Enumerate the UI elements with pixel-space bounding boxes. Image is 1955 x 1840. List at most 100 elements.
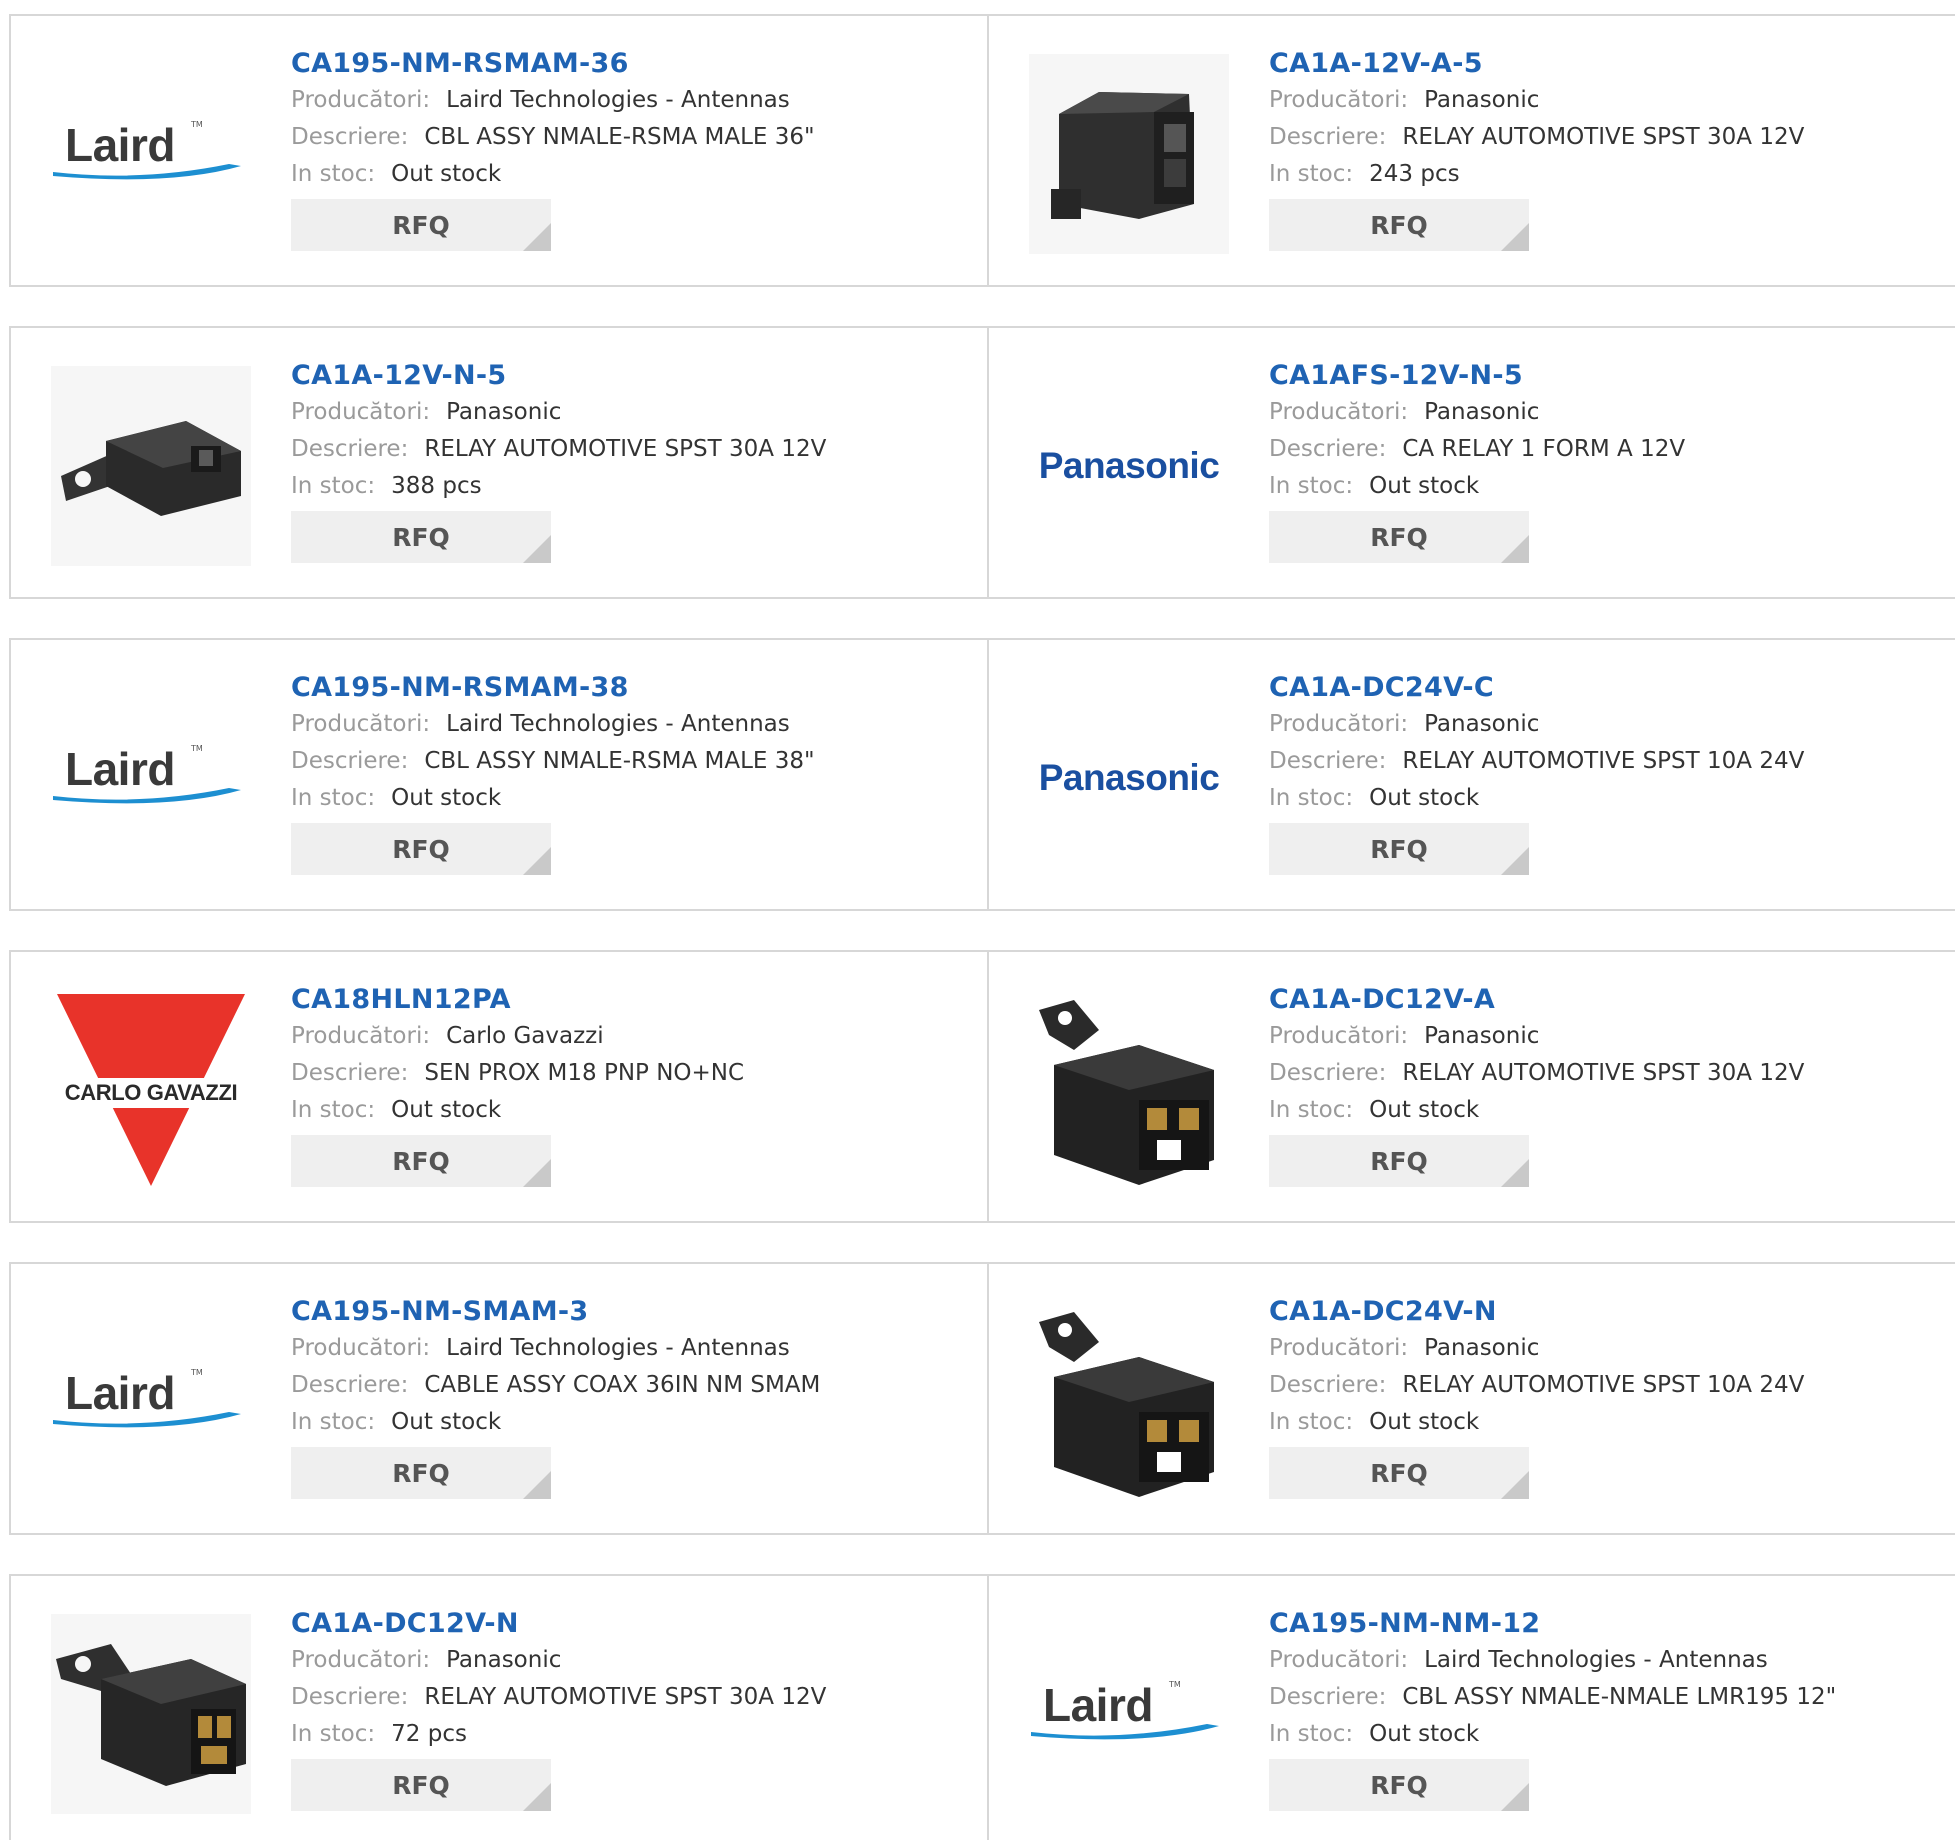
panasonic-logo: Panasonic [1038, 445, 1220, 486]
relay-icon [51, 1614, 251, 1814]
product-image[interactable]: Laird TM [51, 678, 251, 878]
rfq-button[interactable]: RFQ [291, 1135, 551, 1187]
part-number-link[interactable]: CA1A-DC12V-A [1269, 982, 1804, 1018]
product-card: Laird TM CA195-NM-SMAM-3 Producători: Lair… [11, 1264, 987, 1533]
corner-decoration [523, 1783, 551, 1811]
product-card: CA1A-DC12V-A Producători: Panasonic Descr… [989, 952, 1955, 1221]
manufacturer-line: Producători: Laird Technologies - Antenna… [291, 1335, 790, 1361]
stock-line: In stoc: Out stock [291, 785, 502, 811]
rfq-button[interactable]: RFQ [1269, 1135, 1529, 1187]
corner-decoration [523, 1159, 551, 1187]
product-info: CA1A-12V-A-5 Producători: Panasonic Descr… [1269, 46, 1804, 251]
product-image[interactable]: Panasonic [1029, 366, 1229, 566]
product-image[interactable]: Panasonic [1029, 678, 1229, 878]
product-card: Panasonic CA1A-DC24V-C Producători: Panas… [989, 640, 1955, 909]
relay-icon [1029, 1302, 1229, 1502]
product-info: CA195-NM-RSMAM-38 Producători: Laird Tech… [291, 670, 815, 875]
product-card: Laird TM CA195-NM-NM-12 Producători: Laird… [989, 1576, 1955, 1840]
laird-logo: Laird TM [51, 738, 251, 818]
product-info: CA1A-DC12V-N Producători: Panasonic Descr… [291, 1606, 826, 1811]
rfq-button[interactable]: RFQ [291, 1759, 551, 1811]
rfq-button[interactable]: RFQ [291, 1447, 551, 1499]
stock-line: In stoc: Out stock [291, 1097, 502, 1123]
manufacturer-line: Producători: Laird Technologies - Antenna… [291, 87, 790, 113]
part-number-link[interactable]: CA195-NM-RSMAM-38 [291, 670, 815, 706]
part-number-link[interactable]: CA1A-12V-N-5 [291, 358, 826, 394]
product-info: CA1A-DC12V-A Producători: Panasonic Descr… [1269, 982, 1804, 1187]
part-number-link[interactable]: CA195-NM-RSMAM-36 [291, 46, 815, 82]
product-card: CARLO GAVAZZI CA18HLN12PA Producători: Ca… [11, 952, 987, 1221]
product-image[interactable]: Laird TM [51, 54, 251, 254]
panasonic-logo: Panasonic [1038, 757, 1220, 798]
stock-line: In stoc: Out stock [1269, 1721, 1480, 1747]
product-image[interactable] [51, 1614, 251, 1814]
description-line: Descriere: CABLE ASSY COAX 36IN NM SMAM [291, 1372, 821, 1398]
rfq-button[interactable]: RFQ [1269, 511, 1529, 563]
stock-line: In stoc: Out stock [291, 1409, 502, 1435]
description-line: Descriere: RELAY AUTOMOTIVE SPST 10A 24V [1269, 748, 1805, 774]
product-card: CA1A-DC12V-N Producători: Panasonic Descr… [11, 1576, 987, 1840]
product-info: CA1A-DC24V-C Producători: Panasonic Descr… [1269, 670, 1804, 875]
stock-line: In stoc: 388 pcs [291, 473, 482, 499]
product-image[interactable]: CARLO GAVAZZI [51, 990, 251, 1190]
product-info: CA1A-12V-N-5 Producători: Panasonic Descr… [291, 358, 826, 563]
product-image[interactable] [1029, 1302, 1229, 1502]
product-card: Laird TM CA195-NM-RSMAM-36 Producători: La… [11, 16, 987, 285]
corner-decoration [523, 535, 551, 563]
stock-line: In stoc: Out stock [1269, 473, 1480, 499]
manufacturer-line: Producători: Laird Technologies - Antenna… [291, 711, 790, 737]
part-number-link[interactable]: CA18HLN12PA [291, 982, 744, 1018]
product-info: CA195-NM-SMAM-3 Producători: Laird Techno… [291, 1294, 820, 1499]
part-number-link[interactable]: CA1AFS-12V-N-5 [1269, 358, 1685, 394]
description-line: Descriere: CA RELAY 1 FORM A 12V [1269, 436, 1686, 462]
corner-decoration [1501, 535, 1529, 563]
description-line: Descriere: RELAY AUTOMOTIVE SPST 10A 24V [1269, 1372, 1805, 1398]
manufacturer-line: Producători: Panasonic [1269, 1023, 1540, 1049]
rfq-button[interactable]: RFQ [1269, 823, 1529, 875]
part-number-link[interactable]: CA195-NM-SMAM-3 [291, 1294, 820, 1330]
product-row: Laird TM CA195-NM-RSMAM-36 Producători: La… [9, 14, 1955, 287]
part-number-link[interactable]: CA195-NM-NM-12 [1269, 1606, 1836, 1642]
description-line: Descriere: RELAY AUTOMOTIVE SPST 30A 12V [291, 436, 827, 462]
product-row: CA1A-DC12V-N Producători: Panasonic Descr… [9, 1574, 1955, 1840]
part-number-link[interactable]: CA1A-DC24V-C [1269, 670, 1804, 706]
stock-line: In stoc: Out stock [291, 161, 502, 187]
product-image[interactable] [1029, 990, 1229, 1190]
rfq-button[interactable]: RFQ [291, 823, 551, 875]
rfq-button[interactable]: RFQ [1269, 1447, 1529, 1499]
rfq-button[interactable]: RFQ [291, 511, 551, 563]
product-info: CA195-NM-RSMAM-36 Producători: Laird Tech… [291, 46, 815, 251]
description-line: Descriere: RELAY AUTOMOTIVE SPST 30A 12V [1269, 124, 1805, 150]
rfq-button[interactable]: RFQ [1269, 199, 1529, 251]
rfq-button[interactable]: RFQ [291, 199, 551, 251]
manufacturer-line: Producători: Panasonic [1269, 1335, 1540, 1361]
description-line: Descriere: CBL ASSY NMALE-RSMA MALE 36" [291, 124, 815, 150]
product-image[interactable] [1029, 54, 1229, 254]
stock-line: In stoc: 72 pcs [291, 1721, 467, 1747]
product-info: CA1A-DC24V-N Producători: Panasonic Descr… [1269, 1294, 1804, 1499]
stock-line: In stoc: 243 pcs [1269, 161, 1460, 187]
corner-decoration [523, 223, 551, 251]
part-number-link[interactable]: CA1A-12V-A-5 [1269, 46, 1804, 82]
product-row: CA1A-12V-N-5 Producători: Panasonic Descr… [9, 326, 1955, 599]
description-line: Descriere: RELAY AUTOMOTIVE SPST 30A 12V [1269, 1060, 1805, 1086]
manufacturer-line: Producători: Panasonic [1269, 399, 1540, 425]
carlo-gavazzi-logo: CARLO GAVAZZI [51, 990, 251, 1190]
description-line: Descriere: CBL ASSY NMALE-NMALE LMR195 12… [1269, 1684, 1837, 1710]
corner-decoration [1501, 1471, 1529, 1499]
description-line: Descriere: CBL ASSY NMALE-RSMA MALE 38" [291, 748, 815, 774]
laird-logo: Laird TM [1029, 1674, 1229, 1754]
product-image[interactable] [51, 366, 251, 566]
corner-decoration [523, 1471, 551, 1499]
laird-logo: Laird TM [51, 114, 251, 194]
product-card: CA1A-12V-A-5 Producători: Panasonic Descr… [989, 16, 1955, 285]
part-number-link[interactable]: CA1A-DC24V-N [1269, 1294, 1804, 1330]
rfq-button[interactable]: RFQ [1269, 1759, 1529, 1811]
manufacturer-line: Producători: Carlo Gavazzi [291, 1023, 604, 1049]
product-image[interactable]: Laird TM [1029, 1614, 1229, 1814]
product-card: CA1A-DC24V-N Producători: Panasonic Descr… [989, 1264, 1955, 1533]
corner-decoration [523, 847, 551, 875]
part-number-link[interactable]: CA1A-DC12V-N [291, 1606, 826, 1642]
laird-logo: Laird TM [51, 1362, 251, 1442]
product-image[interactable]: Laird TM [51, 1302, 251, 1502]
